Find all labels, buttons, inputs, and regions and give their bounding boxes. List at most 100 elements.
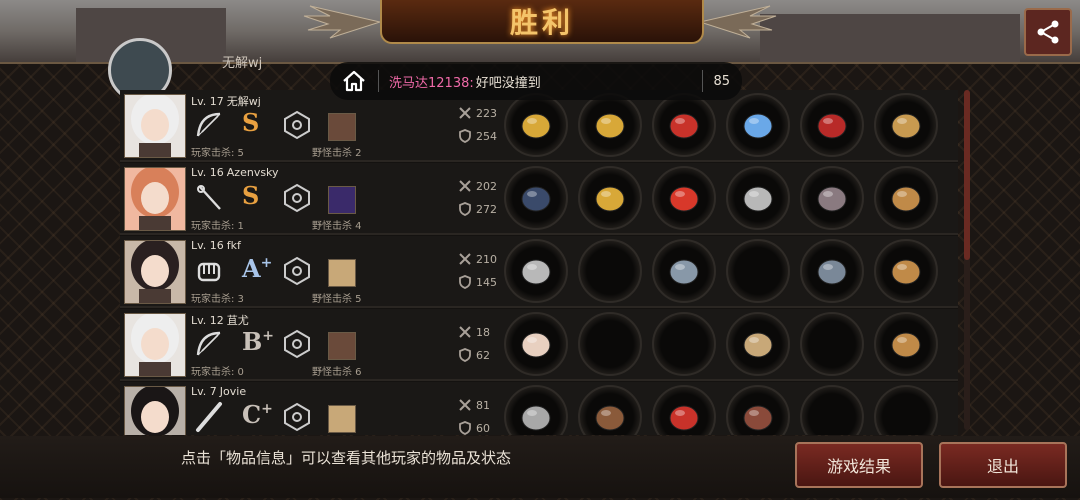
character-portrait-icon — [131, 314, 179, 376]
chainmail-icon — [669, 259, 699, 285]
player-portrait[interactable] — [124, 167, 186, 231]
grade-letter: S — [242, 108, 260, 137]
item-slot[interactable] — [504, 312, 568, 376]
player-kills: 玩家击杀: 1 — [191, 221, 244, 232]
item-slot[interactable] — [652, 166, 716, 230]
player-row[interactable]: Lv. 17 无解wj S 玩家击杀: 5 野怪击杀 2 223 254 — [120, 90, 958, 162]
bracelet-icon — [595, 405, 625, 431]
item-slot[interactable] — [874, 239, 938, 303]
defense-stat: 272 — [458, 202, 497, 216]
weapon-grade: S — [242, 181, 259, 210]
item-slot[interactable] — [726, 312, 790, 376]
attack-value: 18 — [476, 325, 490, 339]
player-level-name: Lv. 16 Azenvsky — [191, 166, 279, 179]
item-slot[interactable] — [800, 239, 864, 303]
supply-crate-icon — [891, 259, 921, 285]
wristwatch-icon — [743, 332, 773, 358]
player-portrait[interactable] — [124, 240, 186, 304]
trait-hexagon-icon — [284, 402, 310, 432]
player-row[interactable]: Lv. 16 Azenvsky S 玩家击杀: 1 野怪击杀 4 202 272 — [120, 163, 958, 235]
player-kills: 玩家击杀: 0 — [191, 367, 244, 378]
item-slot[interactable] — [578, 93, 642, 157]
player-row[interactable]: Lv. 16 fkf A+ 玩家击杀: 3 野怪击杀 5 210 145 — [120, 236, 958, 308]
item-slot[interactable] — [652, 385, 716, 435]
skill-icon — [328, 259, 356, 287]
blue-gauntlet-icon — [743, 113, 773, 139]
empty-item-slot[interactable] — [578, 312, 642, 376]
item-slot[interactable] — [652, 239, 716, 303]
item-slot[interactable] — [578, 166, 642, 230]
trait-hexagon-icon — [284, 110, 310, 140]
attack-stat: 81 — [458, 398, 490, 412]
weapon-grade: S — [242, 108, 259, 137]
scrollbar-thumb[interactable] — [964, 90, 970, 260]
player-results-list[interactable]: Lv. 17 无解wj S 玩家击杀: 5 野怪击杀 2 223 254 Lv. … — [120, 90, 958, 435]
chat-bar[interactable]: 洗马达12138: 好吧没撞到 85 — [330, 62, 742, 100]
defense-value: 60 — [476, 421, 490, 435]
exit-button[interactable]: 退出 — [939, 442, 1067, 488]
share-icon — [1037, 20, 1059, 44]
item-slot[interactable] — [726, 93, 790, 157]
empty-item-slot[interactable] — [874, 385, 938, 435]
monster-kills: 野怪击杀 5 — [312, 294, 362, 305]
divider — [702, 70, 704, 92]
trait-hexagon-icon — [284, 183, 310, 213]
item-slot[interactable] — [504, 239, 568, 303]
weapon-grade: C+ — [242, 400, 273, 429]
defense-stat: 254 — [458, 129, 497, 143]
item-slot[interactable] — [578, 385, 642, 435]
player-kills: 玩家击杀: 5 — [191, 148, 244, 159]
empty-item-slot[interactable] — [726, 239, 790, 303]
player-name: Jovie — [219, 385, 247, 398]
bow-icon — [196, 331, 221, 356]
game-result-button[interactable]: 游戏结果 — [795, 442, 923, 488]
red-jacket-icon — [669, 113, 699, 139]
grade-letter: A — [242, 254, 261, 283]
item-slot[interactable] — [726, 166, 790, 230]
attack-stat: 202 — [458, 179, 497, 193]
monster-kills: 野怪击杀 4 — [312, 221, 362, 232]
grade-letter: S — [242, 181, 260, 210]
shield-stat-icon — [459, 129, 471, 143]
steel-gauntlet-icon — [521, 259, 551, 285]
item-slot[interactable] — [800, 166, 864, 230]
grade-plus: + — [260, 255, 273, 271]
player-level: Lv. 16 — [191, 166, 224, 179]
defense-value: 62 — [476, 348, 490, 362]
defense-stat: 60 — [458, 421, 490, 435]
home-button[interactable] — [330, 62, 378, 100]
empty-item-slot[interactable] — [578, 239, 642, 303]
victory-banner: 胜利 — [380, 0, 704, 44]
weapon-grade: B+ — [242, 327, 274, 356]
defense-stat: 62 — [458, 348, 490, 362]
item-slot[interactable] — [652, 93, 716, 157]
player-name: 苴尤 — [226, 314, 249, 327]
item-slot[interactable] — [800, 93, 864, 157]
player-portrait[interactable] — [124, 386, 186, 435]
player-level: Lv. 17 — [191, 95, 224, 108]
share-button[interactable] — [1024, 8, 1072, 56]
item-slot[interactable] — [504, 93, 568, 157]
player-level-name: Lv. 16 fkf — [191, 239, 241, 252]
item-slot[interactable] — [726, 385, 790, 435]
grade-plus: + — [261, 401, 273, 417]
item-slot[interactable] — [504, 385, 568, 435]
item-slot[interactable] — [874, 93, 938, 157]
attack-value: 81 — [476, 398, 490, 412]
item-slot[interactable] — [874, 166, 938, 230]
hint-text: 点击「物品信息」可以查看其他玩家的物品及状态 — [181, 449, 512, 467]
player-row[interactable]: Lv. 12 苴尤 B+ 玩家击杀: 0 野怪击杀 6 18 62 — [120, 309, 958, 381]
empty-item-slot[interactable] — [800, 312, 864, 376]
player-row[interactable]: Lv. 7 Jovie C+ 81 60 — [120, 382, 958, 435]
player-portrait[interactable] — [124, 94, 186, 158]
leather-boots-icon — [817, 186, 847, 212]
item-slot[interactable] — [504, 166, 568, 230]
attack-value: 202 — [476, 179, 497, 193]
supply-crate-icon — [891, 186, 921, 212]
empty-item-slot[interactable] — [652, 312, 716, 376]
grade-plus: + — [262, 328, 275, 344]
empty-item-slot[interactable] — [800, 385, 864, 435]
player-portrait[interactable] — [124, 313, 186, 377]
item-slot[interactable] — [874, 312, 938, 376]
attack-stat: 18 — [458, 325, 490, 339]
